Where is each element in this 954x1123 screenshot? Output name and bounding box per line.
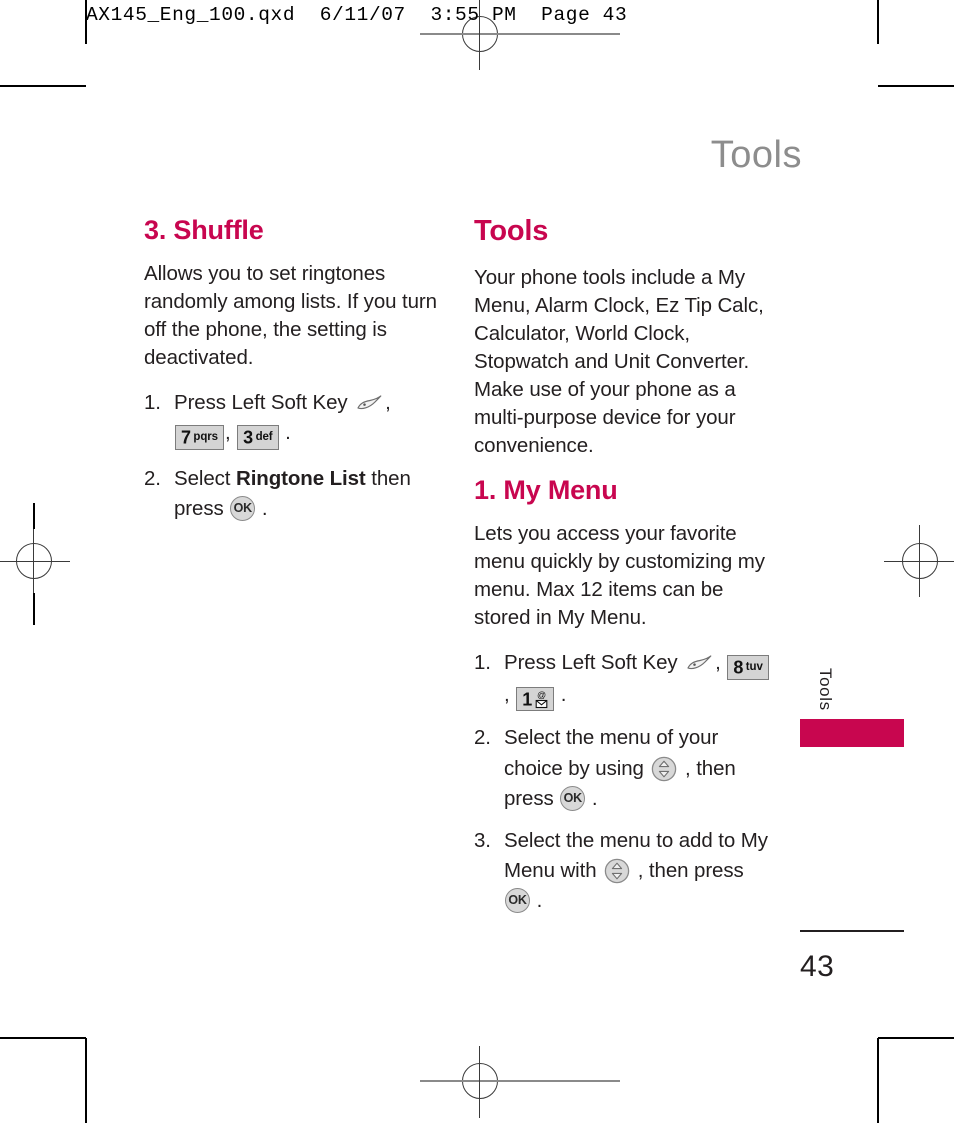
list-item: 1. Press Left Soft Key , 8 tuv, 1 @ . xyxy=(474,648,772,712)
svg-text:@: @ xyxy=(537,690,546,700)
step-text: . xyxy=(555,682,567,706)
step-text: , then press xyxy=(632,858,744,882)
step-text: , xyxy=(224,421,237,445)
step-number: 2. xyxy=(144,466,161,490)
step-text: . xyxy=(256,496,268,520)
step-text: , xyxy=(715,651,727,675)
right-section-heading: Tools xyxy=(474,215,549,247)
right-section-intro: Your phone tools include a My Menu, Alar… xyxy=(474,265,764,458)
left-soft-key-icon xyxy=(355,394,383,414)
ok-key-icon: OK xyxy=(560,785,586,811)
step-text: Press Left Soft Key xyxy=(174,391,354,414)
step-number: 3. xyxy=(474,828,491,852)
side-tab-color-block xyxy=(800,719,904,747)
page-number: 43 xyxy=(800,950,835,983)
step-text: , xyxy=(385,391,391,414)
step-emphasis: Ringtone List xyxy=(235,466,366,490)
keycap-7: 7 pqrs xyxy=(175,425,224,450)
keycap-digit: 3 xyxy=(243,427,254,448)
step-text: . xyxy=(279,421,291,445)
step-number: 1. xyxy=(474,651,491,675)
right-column: Tools Your phone tools include a My Menu… xyxy=(474,215,772,925)
left-soft-key-icon xyxy=(685,654,713,674)
keycap-digit: 8 xyxy=(733,658,744,679)
step-text: Press Left Soft Key xyxy=(504,651,684,675)
right-steps-list: 1. Press Left Soft Key , 8 tuv, 1 @ . 2. S… xyxy=(474,648,772,916)
running-head: Tools xyxy=(710,134,802,176)
at-envelope-icon: @ xyxy=(535,690,548,709)
list-item: 3. Select the menu to add to My Menu wit… xyxy=(474,826,772,916)
step-number: 2. xyxy=(474,726,491,750)
list-item: 2. Select the menu of your choice by usi… xyxy=(474,723,772,813)
keycap-digit: 7 xyxy=(181,427,191,448)
list-item: 2. Select Ringtone List then press OK . xyxy=(144,464,442,524)
keycap-letters: def xyxy=(255,430,273,443)
ok-key-label: OK xyxy=(563,790,582,805)
manual-page: Tools 3. Shuffle Allows you to set ringt… xyxy=(0,0,954,1123)
right-subsection-intro: Lets you access your favorite menu quick… xyxy=(474,522,765,630)
up-down-navigation-key-icon xyxy=(651,756,677,782)
step-number: 1. xyxy=(144,391,161,414)
ok-key-label: OK xyxy=(508,893,527,908)
up-down-navigation-key-icon xyxy=(604,858,630,884)
keycap-digit: 1 xyxy=(522,689,533,710)
left-section-heading: 3. Shuffle xyxy=(144,215,264,245)
keycap-1: 1 @ xyxy=(516,686,555,712)
left-column: 3. Shuffle Allows you to set ringtones r… xyxy=(144,215,442,533)
side-tab-label: Tools xyxy=(816,668,835,711)
ok-key-label: OK xyxy=(233,500,252,515)
ok-key-icon: OK xyxy=(505,888,530,914)
right-subsection-heading: 1. My Menu xyxy=(474,475,618,506)
step-text: , xyxy=(504,682,516,706)
keycap-letters: pqrs xyxy=(193,430,218,443)
folio-rule xyxy=(800,930,904,932)
keycap-letters: tuv xyxy=(745,661,763,674)
ok-key-icon: OK xyxy=(230,495,256,521)
step-text: . xyxy=(531,889,543,913)
step-text: . xyxy=(586,786,598,810)
keycap-3: 3 def xyxy=(237,425,279,450)
step-text: Select xyxy=(174,466,236,490)
keycap-8: 8 tuv xyxy=(727,655,769,680)
left-section-intro: Allows you to set ringtones randomly amo… xyxy=(144,261,437,369)
list-item: 1. Press Left Soft Key , 7 pqrs, 3 def . xyxy=(144,388,442,450)
left-steps-list: 1. Press Left Soft Key , 7 pqrs, 3 def . 2… xyxy=(144,388,442,524)
